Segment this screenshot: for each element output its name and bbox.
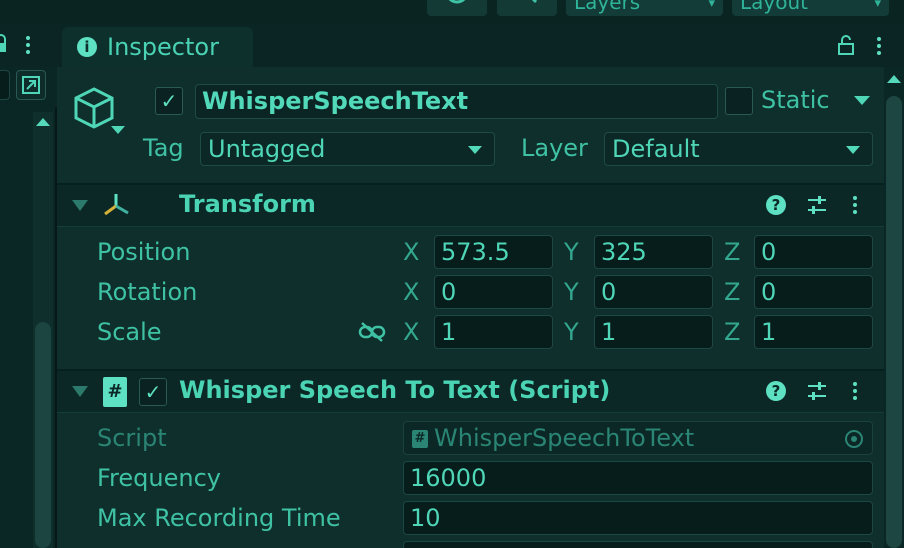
layers-dropdown[interactable]: Layers ▾	[566, 0, 723, 16]
next-field[interactable]	[403, 541, 873, 548]
axis-z-label: Z	[724, 318, 741, 346]
layer-value: Default	[612, 135, 700, 163]
preset-sliders-icon[interactable]	[806, 380, 828, 402]
rotation-z-field[interactable]: 0	[754, 275, 873, 309]
scale-label: Scale	[97, 318, 162, 346]
unlinked-chain-icon[interactable]	[358, 321, 386, 343]
scroll-up-icon[interactable]	[36, 117, 50, 127]
position-y-field[interactable]: 325	[594, 235, 713, 269]
tag-dropdown[interactable]: Untagged	[200, 132, 495, 166]
scale-x-field[interactable]: 1	[434, 315, 553, 349]
axis-x-label: X	[403, 238, 420, 266]
chevron-down-icon[interactable]	[854, 96, 870, 108]
foldout-arrow-icon[interactable]	[72, 386, 88, 397]
active-checkbox[interactable]: ✓	[155, 87, 183, 115]
left-panel-header	[0, 24, 57, 67]
script-component-title: Whisper Speech To Text (Script)	[179, 376, 611, 404]
lock-icon[interactable]	[837, 34, 855, 56]
static-label: Static	[761, 86, 830, 114]
gameobject-name-field[interactable]: WhisperSpeechText	[195, 84, 718, 119]
lock-icon[interactable]	[0, 34, 10, 56]
kebab-menu-icon[interactable]	[25, 36, 31, 56]
kebab-menu-icon[interactable]	[852, 382, 858, 402]
scroll-up-icon[interactable]	[887, 74, 901, 84]
layers-label: Layers	[574, 0, 641, 14]
position-label: Position	[97, 238, 191, 266]
chevron-down-icon: ▾	[874, 0, 881, 11]
toolbar-button[interactable]	[427, 0, 487, 16]
object-picker-icon[interactable]	[844, 429, 864, 449]
csharp-script-icon: #	[103, 377, 127, 407]
left-panel-bar	[0, 67, 57, 107]
axis-x-label: X	[403, 278, 420, 306]
static-checkbox[interactable]	[725, 87, 753, 115]
transform-axis-icon	[104, 194, 129, 216]
left-search-field[interactable]	[0, 70, 10, 100]
chevron-down-icon: ▾	[708, 0, 715, 11]
axis-y-label: Y	[564, 278, 579, 306]
left-scroll-thumb[interactable]	[35, 322, 51, 548]
script-enabled-checkbox[interactable]: ✓	[139, 378, 167, 406]
maximize-button[interactable]	[16, 70, 46, 100]
kebab-menu-icon[interactable]	[876, 37, 882, 57]
info-icon: i	[77, 37, 97, 57]
chevron-down-icon	[846, 146, 860, 154]
max-recording-time-field[interactable]: 10	[403, 501, 873, 535]
preset-sliders-icon[interactable]	[806, 194, 828, 216]
csharp-script-icon: #	[412, 430, 428, 448]
axis-x-label: X	[403, 318, 420, 346]
script-value: WhisperSpeechToText	[434, 424, 695, 452]
max-recording-time-label: Max Recording Time	[97, 504, 341, 532]
tag-label: Tag	[143, 134, 184, 162]
axis-y-label: Y	[564, 318, 579, 346]
rotation-x-field[interactable]: 0	[434, 275, 553, 309]
maximize-icon	[22, 76, 40, 94]
help-icon[interactable]: ?	[766, 195, 786, 215]
script-label: Script	[97, 424, 167, 452]
inspector-scroll-thumb[interactable]	[886, 96, 902, 548]
layout-dropdown[interactable]: Layout ▾	[732, 0, 889, 16]
position-z-field[interactable]: 0	[754, 235, 873, 269]
scale-z-field[interactable]: 1	[754, 315, 873, 349]
target-icon	[448, 0, 466, 4]
axis-y-label: Y	[564, 238, 579, 266]
kebab-menu-icon[interactable]	[852, 196, 858, 216]
rotation-y-field[interactable]: 0	[594, 275, 713, 309]
foldout-arrow-icon[interactable]	[72, 200, 88, 211]
search-button[interactable]	[497, 0, 557, 16]
search-icon	[531, 0, 538, 4]
position-x-field[interactable]: 573.5	[434, 235, 553, 269]
chevron-down-icon	[468, 146, 482, 154]
script-reference-field[interactable]: # WhisperSpeechToText	[403, 421, 873, 455]
axis-z-label: Z	[724, 238, 741, 266]
scale-y-field[interactable]: 1	[594, 315, 713, 349]
frequency-label: Frequency	[97, 464, 221, 492]
tag-value: Untagged	[208, 135, 326, 163]
layer-dropdown[interactable]: Default	[604, 132, 873, 166]
help-icon[interactable]: ?	[766, 381, 786, 401]
chevron-down-icon[interactable]	[111, 126, 125, 136]
top-toolbar: Layers ▾ Layout ▾	[0, 0, 904, 24]
layout-label: Layout	[740, 0, 808, 14]
frequency-field[interactable]: 16000	[403, 461, 873, 495]
axis-z-label: Z	[724, 278, 741, 306]
layer-label: Layer	[521, 134, 588, 162]
transform-title: Transform	[179, 190, 316, 218]
rotation-label: Rotation	[97, 278, 198, 306]
tab-label: Inspector	[107, 33, 219, 61]
